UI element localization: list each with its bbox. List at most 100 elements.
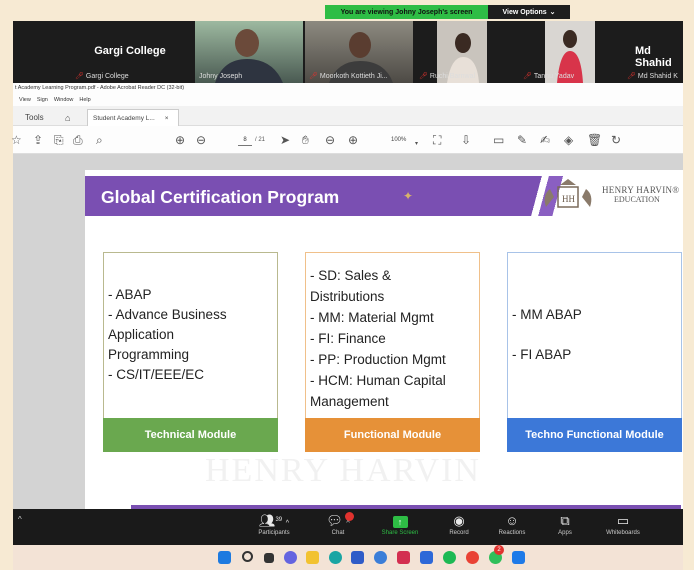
hand-icon[interactable]: ✋︎: [302, 133, 309, 147]
participants-button[interactable]: 👥︎39 ^ Participants: [244, 511, 304, 536]
module-line: - FI ABAP: [512, 347, 572, 362]
search-icon[interactable]: [242, 551, 253, 562]
share-banner: You are viewing Johny Joseph's screen: [325, 5, 488, 19]
functional-module-card: - SD: Sales & Distributions - MM: Materi…: [305, 252, 480, 452]
scroll-mode-icon[interactable]: ⇩: [461, 133, 471, 147]
menu-sign[interactable]: Sign: [37, 94, 48, 106]
mail-icon[interactable]: [397, 551, 410, 564]
svg-text:HH: HH: [562, 194, 575, 204]
document-viewer[interactable]: Global Certification Program ✦ HH HENRY …: [13, 154, 683, 509]
delete-icon[interactable]: 🗑︎: [587, 133, 602, 147]
page-down-icon[interactable]: ⊖: [196, 133, 206, 147]
page-number-input[interactable]: 8: [238, 134, 252, 146]
logo-line1: HENRY HARVIN®: [602, 185, 680, 195]
zoom-out-icon[interactable]: ⊖: [325, 133, 335, 147]
record-button[interactable]: ◉ Record: [429, 511, 489, 536]
reactions-button[interactable]: ☺ Reactions: [482, 511, 542, 536]
spotify-icon[interactable]: [443, 551, 456, 564]
watermark: HENRY HARVIN: [205, 452, 481, 489]
chat-button[interactable]: 💬︎ ^ Chat: [308, 511, 368, 536]
stamp-icon[interactable]: ◈: [564, 133, 573, 147]
module-line: - ABAP: [108, 287, 152, 302]
whiteboards-button[interactable]: ▭ Whiteboards: [593, 511, 653, 536]
file-explorer-icon[interactable]: [306, 551, 319, 564]
tab-document-label: Student Academy L...: [93, 114, 155, 122]
chat-icon[interactable]: [284, 551, 297, 564]
cursor-icon[interactable]: ➤: [280, 133, 290, 147]
participant-tile[interactable]: 🎤︎ Ruchi Barnwal: [415, 21, 515, 83]
rotate-icon[interactable]: ↻: [611, 133, 621, 147]
menu-view[interactable]: View: [19, 94, 31, 106]
notification-badge: [345, 512, 354, 521]
print-icon[interactable]: ⎙: [73, 133, 83, 147]
module-footer: Functional Module: [305, 418, 480, 452]
record-label: Record: [449, 530, 469, 536]
close-icon[interactable]: ×: [165, 115, 169, 122]
module-content: - SD: Sales & Distributions - MM: Materi…: [310, 265, 475, 415]
draw-icon[interactable]: ✍︎: [540, 133, 550, 147]
apps-icon: ⧉: [560, 513, 570, 528]
windows-start-icon[interactable]: [218, 551, 231, 564]
tab-document[interactable]: Student Academy L... ×: [87, 109, 179, 126]
participant-label: Johny Joseph: [199, 73, 243, 80]
toolbar: ☆ ⇪ ⎘ ⎙ ⌕ ⊕ ⊖ 8 / 21 ➤ ✋︎ ⊖ ⊕ 100% ▾ ⛶ ⇩…: [11, 126, 683, 154]
notification-badge: 2: [494, 545, 504, 555]
mic-muted-icon: 🎤︎: [75, 73, 84, 80]
module-line: - CS/IT/EEE/EC: [108, 367, 205, 382]
participant-label: Moorkoth Kottieth Ji...: [319, 72, 388, 80]
reactions-label: Reactions: [498, 530, 526, 536]
chevron-down-icon[interactable]: ▾: [415, 137, 418, 151]
search-icon[interactable]: ⌕: [96, 133, 103, 147]
participant-tile[interactable]: 🎤︎ Tannu Yadav: [519, 21, 619, 83]
participants-icon: 👥︎39 ^: [258, 513, 290, 528]
participant-tile[interactable]: Md Shahid 🎤︎ Md Shahid K: [623, 21, 683, 83]
tab-tools[interactable]: Tools: [25, 109, 44, 126]
view-options-label: View Options: [502, 8, 547, 16]
module-line: - MM: Material Mgmt: [310, 310, 434, 325]
fit-page-icon[interactable]: ⛶: [433, 133, 441, 147]
technical-module-card: - ABAP - Advance Business Application Pr…: [103, 252, 278, 452]
menu-help[interactable]: Help: [79, 94, 90, 106]
zoom-level-select[interactable]: 100%: [391, 134, 406, 146]
whiteboards-label: Whiteboards: [606, 530, 640, 536]
menu-window[interactable]: Window: [54, 94, 74, 106]
participant-label: Ruchi Barnwal: [429, 72, 476, 80]
edge-icon[interactable]: [329, 551, 342, 564]
zoom-in-icon[interactable]: ⊕: [348, 133, 358, 147]
chrome-icon[interactable]: [466, 551, 479, 564]
window-title: t Academy Learning Program.pdf - Adobe A…: [13, 83, 683, 94]
home-icon[interactable]: ⌂: [65, 109, 70, 126]
module-footer: Techno Functional Module: [507, 418, 682, 452]
slide-page: Global Certification Program ✦ HH HENRY …: [85, 170, 683, 509]
module-line: - HCM: Human Capital: [310, 373, 446, 388]
participant-tile[interactable]: 🎤︎ Moorkoth Kottieth Ji...: [305, 21, 413, 83]
page-up-icon[interactable]: ⊕: [175, 133, 185, 147]
view-options-button[interactable]: View Options ⌄: [488, 5, 570, 19]
module-line: Programming: [108, 347, 190, 362]
participant-strip: Gargi College 🎤︎ Gargi College Johny Jose…: [13, 21, 683, 83]
task-view-icon[interactable]: [264, 553, 274, 563]
apps-button[interactable]: ⧉ Apps: [535, 511, 595, 536]
chevron-up-icon[interactable]: ^: [18, 515, 22, 524]
highlight-icon[interactable]: ✎: [517, 133, 527, 147]
chat-icon: 💬︎ ^: [326, 513, 350, 528]
zoom-icon[interactable]: [420, 551, 433, 564]
module-content: - MM ABAP - FI ABAP: [512, 253, 677, 417]
page-total: / 21: [255, 137, 266, 143]
star-icon[interactable]: ☆: [11, 133, 22, 147]
comment-icon[interactable]: ▭: [493, 133, 504, 147]
app-icon-2[interactable]: [512, 551, 525, 564]
share-screen-button[interactable]: ↑ Share Screen: [370, 511, 430, 536]
create-pdf-icon[interactable]: ⎘: [54, 133, 64, 147]
store-icon[interactable]: [351, 551, 364, 564]
slide-title: Global Certification Program: [101, 187, 340, 207]
participant-tile[interactable]: Johny Joseph: [195, 21, 303, 83]
apps-label: Apps: [558, 530, 572, 536]
crest-icon: HH: [544, 179, 592, 208]
upload-icon[interactable]: ⇪: [33, 133, 43, 147]
whiteboard-icon: ▭: [616, 513, 630, 528]
whatsapp-icon[interactable]: 2: [489, 545, 504, 564]
app-icon[interactable]: [374, 551, 387, 564]
mic-muted-icon: 🎤︎: [419, 73, 428, 80]
participant-tile[interactable]: Gargi College 🎤︎ Gargi College: [71, 21, 189, 83]
